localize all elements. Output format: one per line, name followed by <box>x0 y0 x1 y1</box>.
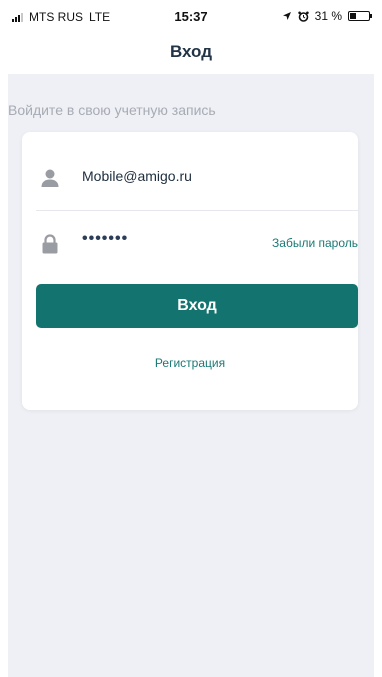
email-value[interactable]: Mobile@amigo.ru <box>82 168 192 184</box>
login-card: Mobile@amigo.ru ••••••• Забыли пароль Вх… <box>22 132 358 410</box>
forgot-password-link[interactable]: Забыли пароль <box>272 236 358 250</box>
page-title: Вход <box>169 42 213 61</box>
status-bar: MTS RUS LTE 15:37 31 % <box>0 0 382 34</box>
login-hint: Войдите в свою учетную запись <box>8 102 216 118</box>
nav-bar: Вход <box>0 34 382 74</box>
alarm-icon <box>297 11 309 22</box>
location-arrow-icon <box>282 12 291 20</box>
password-value[interactable]: ••••••• <box>82 230 128 248</box>
email-field[interactable]: Mobile@amigo.ru <box>22 148 358 208</box>
password-field[interactable]: ••••••• Забыли пароль <box>22 214 358 274</box>
battery-percent: 31 % <box>314 9 342 23</box>
status-right: 31 % <box>282 9 372 23</box>
user-icon <box>41 169 59 187</box>
battery-icon <box>348 11 372 21</box>
field-divider <box>36 210 358 211</box>
login-screen: Войдите в свою учетную запись Mobile@ami… <box>8 74 374 677</box>
battery-fill <box>350 13 357 19</box>
lock-icon <box>42 234 58 254</box>
login-button[interactable]: Вход <box>36 284 358 328</box>
register-link[interactable]: Регистрация <box>22 356 358 370</box>
